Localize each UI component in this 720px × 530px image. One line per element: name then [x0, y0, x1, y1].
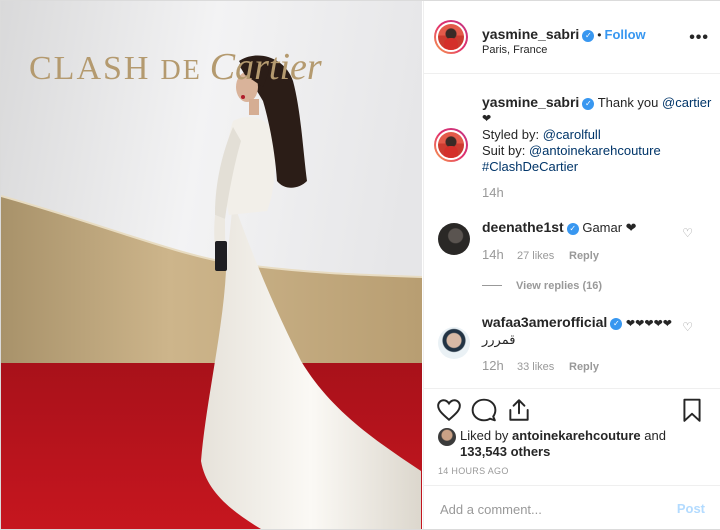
- liked-by-prefix: Liked by: [460, 428, 509, 443]
- instagram-post: CLASH DE Cartier yasmine_sabri ✓ • Follow Par…: [0, 0, 720, 530]
- share-icon[interactable]: [506, 397, 532, 423]
- comment-avatar[interactable]: [438, 327, 470, 359]
- reply-button[interactable]: Reply: [569, 361, 599, 373]
- backdrop-text: CLASH DE Cartier: [29, 45, 322, 89]
- author-username[interactable]: yasmine_sabri: [482, 26, 579, 42]
- comment-timestamp[interactable]: 14h: [482, 247, 504, 262]
- mention-carolfull[interactable]: @carolfull: [543, 127, 601, 142]
- liked-by-text: Liked by antoinekarehcouture and 133,543…: [460, 428, 690, 460]
- comment-avatar[interactable]: [438, 223, 470, 255]
- verified-icon: ✓: [566, 223, 579, 235]
- liker-username[interactable]: antoinekarehcouture: [512, 428, 641, 443]
- post-timestamp[interactable]: 14 HOURS AGO: [438, 466, 509, 476]
- likes-count[interactable]: 133,543 others: [460, 444, 550, 459]
- bookmark-icon[interactable]: [679, 397, 705, 423]
- post-photo[interactable]: CLASH DE Cartier: [1, 1, 422, 529]
- add-comment-bar: Post: [424, 485, 720, 530]
- mention-cartier[interactable]: @cartier: [662, 95, 711, 110]
- verified-icon: ✓: [610, 318, 623, 330]
- hashtag-clashdecartier[interactable]: #ClashDeCartier: [482, 159, 578, 174]
- comment-input[interactable]: [438, 498, 662, 520]
- verified-icon: ✓: [582, 98, 595, 110]
- post-button[interactable]: Post: [677, 501, 705, 516]
- suit-label: Suit by:: [482, 143, 526, 158]
- comment-text: ❤❤❤❤❤: [625, 318, 673, 330]
- caption-text: Thank you: [597, 95, 659, 110]
- view-replies-button[interactable]: View replies (16): [482, 280, 602, 292]
- comment-likes[interactable]: 33 likes: [517, 361, 554, 373]
- reply-button[interactable]: Reply: [569, 250, 599, 262]
- post-location[interactable]: Paris, France: [482, 44, 547, 56]
- comment-like-icon[interactable]: ♡: [682, 226, 693, 240]
- verified-icon: ✓: [582, 30, 595, 42]
- view-replies-label: View replies (16): [516, 280, 603, 292]
- caption-author-avatar[interactable]: [434, 128, 468, 162]
- post-sidebar: yasmine_sabri ✓ • Follow Paris, France ••• …: [423, 1, 720, 529]
- backdrop-word-1: CLASH: [29, 50, 151, 87]
- mention-antoinekarehcouture[interactable]: @antoinekarehcouture: [529, 143, 661, 158]
- separator-dot: •: [597, 28, 602, 42]
- caption-heart: ❤: [482, 113, 492, 125]
- liked-by-and: and: [644, 428, 666, 443]
- comment-body: wafaa3amerofficial ✓ ❤❤❤❤❤ قمررر: [482, 314, 682, 348]
- post-header: yasmine_sabri ✓ • Follow Paris, France •••: [424, 1, 720, 74]
- comment-likes[interactable]: 27 likes: [517, 250, 554, 262]
- comment-like-icon[interactable]: ♡: [682, 320, 693, 334]
- more-icon[interactable]: •••: [689, 30, 709, 46]
- follow-button[interactable]: Follow: [605, 27, 646, 42]
- comment-username[interactable]: wafaa3amerofficial: [482, 314, 607, 330]
- backdrop-word-2: DE: [160, 55, 202, 86]
- comment-timestamp[interactable]: 12h: [482, 358, 504, 373]
- author-avatar[interactable]: [434, 20, 468, 54]
- comment-text: Gamar ❤: [582, 220, 637, 235]
- caption-timestamp[interactable]: 14h: [482, 185, 504, 200]
- caption-username[interactable]: yasmine_sabri: [482, 94, 579, 110]
- comment-icon[interactable]: [471, 397, 497, 423]
- heart-icon[interactable]: [436, 397, 462, 423]
- comment-username[interactable]: deenathe1st: [482, 219, 564, 235]
- styled-label: Styled by:: [482, 127, 540, 142]
- backdrop-word-3: Cartier: [209, 46, 322, 88]
- action-bar: [424, 388, 720, 429]
- liker-avatar[interactable]: [438, 428, 456, 446]
- comment-text-arabic: قمررر: [482, 332, 516, 347]
- author-line: yasmine_sabri ✓ • Follow: [482, 26, 646, 44]
- post-caption: yasmine_sabri ✓ Thank you @cartier ❤ Styl…: [482, 94, 712, 175]
- comment-body: deenathe1st ✓ Gamar ❤: [482, 219, 682, 236]
